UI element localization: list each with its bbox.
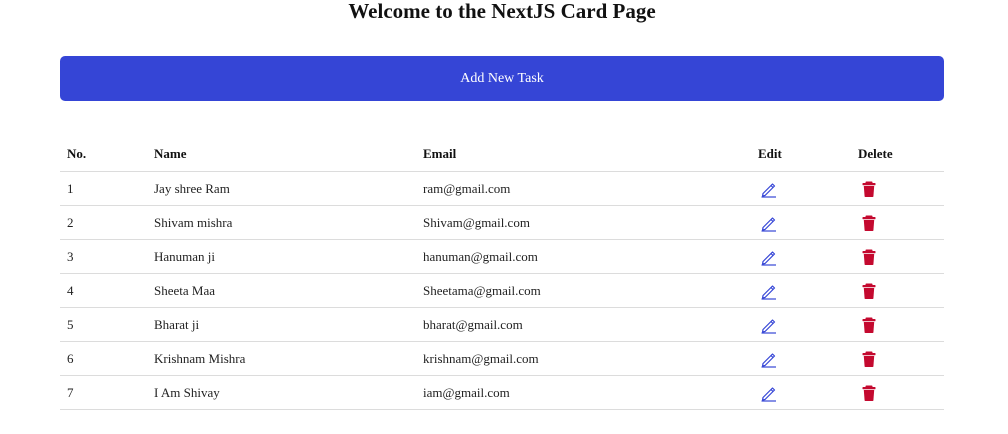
cell-edit [751, 239, 851, 274]
cell-no: 3 [60, 239, 147, 274]
trash-icon[interactable] [860, 248, 878, 266]
cell-email: hanuman@gmail.com [416, 239, 751, 274]
cell-name: I Am Shivay [147, 375, 416, 410]
cell-edit [751, 375, 851, 410]
cell-delete [851, 273, 944, 308]
add-new-task-button[interactable]: Add New Task [60, 56, 944, 101]
page: Welcome to the NextJS Card Page Add New … [0, 0, 1008, 434]
cell-no: 6 [60, 341, 147, 376]
cell-delete [851, 341, 944, 376]
cell-no: 7 [60, 375, 147, 410]
cell-email: krishnam@gmail.com [416, 341, 751, 376]
cell-name: Krishnam Mishra [147, 341, 416, 376]
task-rows: 1 Jay shree Ram ram@gmail.com 2 Shivam m… [60, 171, 944, 410]
cell-email: ram@gmail.com [416, 171, 751, 206]
cell-name: Shivam mishra [147, 205, 416, 240]
cell-delete [851, 375, 944, 410]
trash-icon[interactable] [860, 384, 878, 402]
cell-edit [751, 171, 851, 206]
pencil-icon[interactable] [760, 248, 778, 266]
trash-icon[interactable] [860, 214, 878, 232]
table-row: 6 Krishnam Mishra krishnam@gmail.com [60, 341, 944, 376]
trash-icon[interactable] [860, 316, 878, 334]
cell-email: iam@gmail.com [416, 375, 751, 410]
header-edit: Edit [751, 137, 851, 172]
cell-delete [851, 307, 944, 342]
cell-delete [851, 239, 944, 274]
header-delete: Delete [851, 137, 944, 172]
pencil-icon[interactable] [760, 282, 778, 300]
trash-icon[interactable] [860, 350, 878, 368]
trash-icon[interactable] [860, 180, 878, 198]
cell-email: Shivam@gmail.com [416, 205, 751, 240]
cell-name: Bharat ji [147, 307, 416, 342]
table-row: 5 Bharat ji bharat@gmail.com [60, 307, 944, 342]
table-row: 1 Jay shree Ram ram@gmail.com [60, 171, 944, 206]
table-row: 7 I Am Shivay iam@gmail.com [60, 375, 944, 410]
cell-delete [851, 205, 944, 240]
table-row: 2 Shivam mishra Shivam@gmail.com [60, 205, 944, 240]
table-header-row: No. Name Email Edit Delete [60, 137, 944, 172]
pencil-icon[interactable] [760, 180, 778, 198]
pencil-icon[interactable] [760, 384, 778, 402]
cell-no: 4 [60, 273, 147, 308]
cell-name: Jay shree Ram [147, 171, 416, 206]
cell-email: bharat@gmail.com [416, 307, 751, 342]
cell-no: 5 [60, 307, 147, 342]
header-name: Name [147, 137, 416, 172]
cell-edit [751, 273, 851, 308]
table-row: 4 Sheeta Maa Sheetama@gmail.com [60, 273, 944, 308]
cell-no: 1 [60, 171, 147, 206]
pencil-icon[interactable] [760, 316, 778, 334]
page-title: Welcome to the NextJS Card Page [348, 0, 656, 23]
task-table: No. Name Email Edit Delete 1 Jay shree R… [60, 137, 944, 410]
pencil-icon[interactable] [760, 214, 778, 232]
cell-delete [851, 171, 944, 206]
cell-name: Sheeta Maa [147, 273, 416, 308]
cell-email: Sheetama@gmail.com [416, 273, 751, 308]
cell-edit [751, 307, 851, 342]
cell-no: 2 [60, 205, 147, 240]
cell-edit [751, 205, 851, 240]
header-no: No. [60, 137, 147, 172]
trash-icon[interactable] [860, 282, 878, 300]
pencil-icon[interactable] [760, 350, 778, 368]
header-email: Email [416, 137, 751, 172]
cell-name: Hanuman ji [147, 239, 416, 274]
cell-edit [751, 341, 851, 376]
table-row: 3 Hanuman ji hanuman@gmail.com [60, 239, 944, 274]
